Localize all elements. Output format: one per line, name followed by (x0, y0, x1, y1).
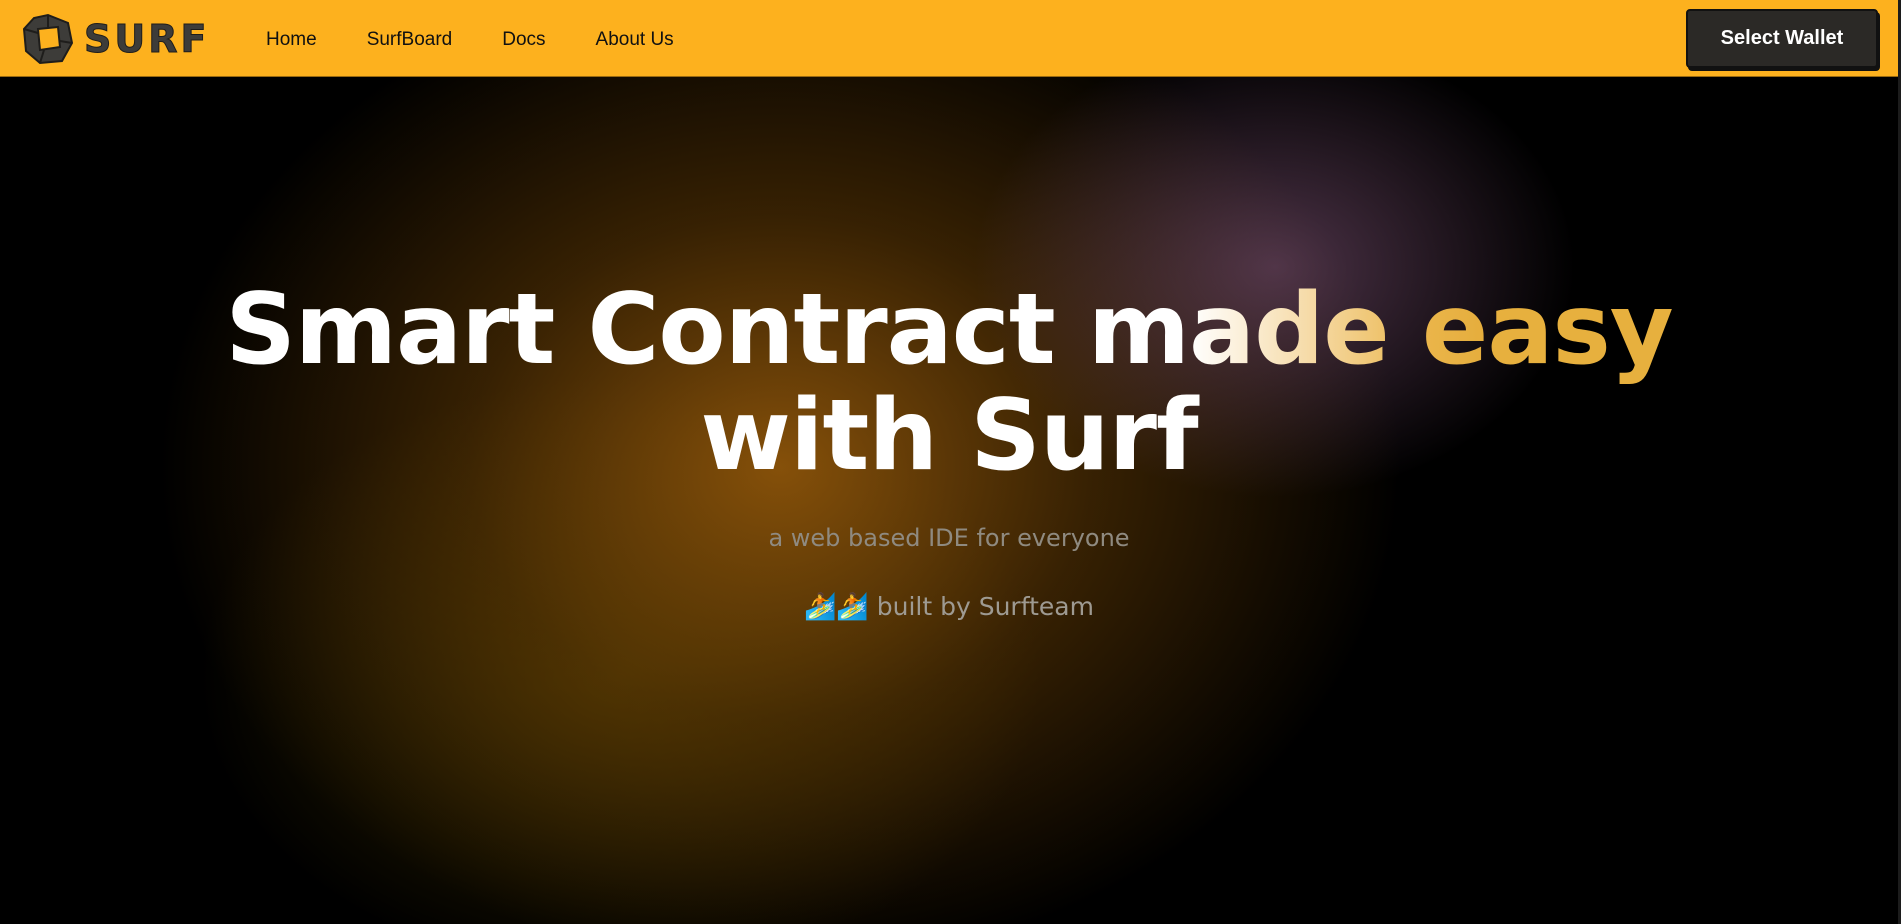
brand-name: SURF (83, 17, 210, 62)
headline-text-gold: asy (1487, 273, 1673, 387)
brand-logo[interactable]: SURF (22, 12, 209, 66)
nav-links: Home SurfBoard Docs About Us (266, 0, 724, 80)
select-wallet-button[interactable]: Select Wallet (1686, 9, 1878, 68)
surf-logo-icon (22, 13, 74, 65)
hero-subtitle: a web based IDE for everyone (768, 524, 1130, 552)
nav-link-surfboard[interactable]: SurfBoard (367, 29, 453, 51)
surfer-emoji-icon: 🏄🏄 (804, 592, 869, 622)
built-by-line: 🏄🏄 built by Surfteam (0, 592, 1898, 622)
headline-text-gradient: ade e (1188, 273, 1488, 387)
headline-text-white: Smart Contract m (225, 273, 1190, 387)
navbar: SURF Home SurfBoard Docs About Us Select… (0, 0, 1898, 77)
built-by-text: built by Surfteam (876, 592, 1094, 621)
headline-line-2: with Surf (700, 379, 1198, 493)
nav-link-home[interactable]: Home (266, 29, 317, 51)
nav-link-docs[interactable]: Docs (502, 29, 545, 51)
hero-section: Smart Contract made easy with Surf a web … (0, 77, 1898, 924)
nav-link-about-us[interactable]: About Us (596, 29, 674, 51)
hero-headline: Smart Contract made easy with Surf (0, 277, 1898, 489)
